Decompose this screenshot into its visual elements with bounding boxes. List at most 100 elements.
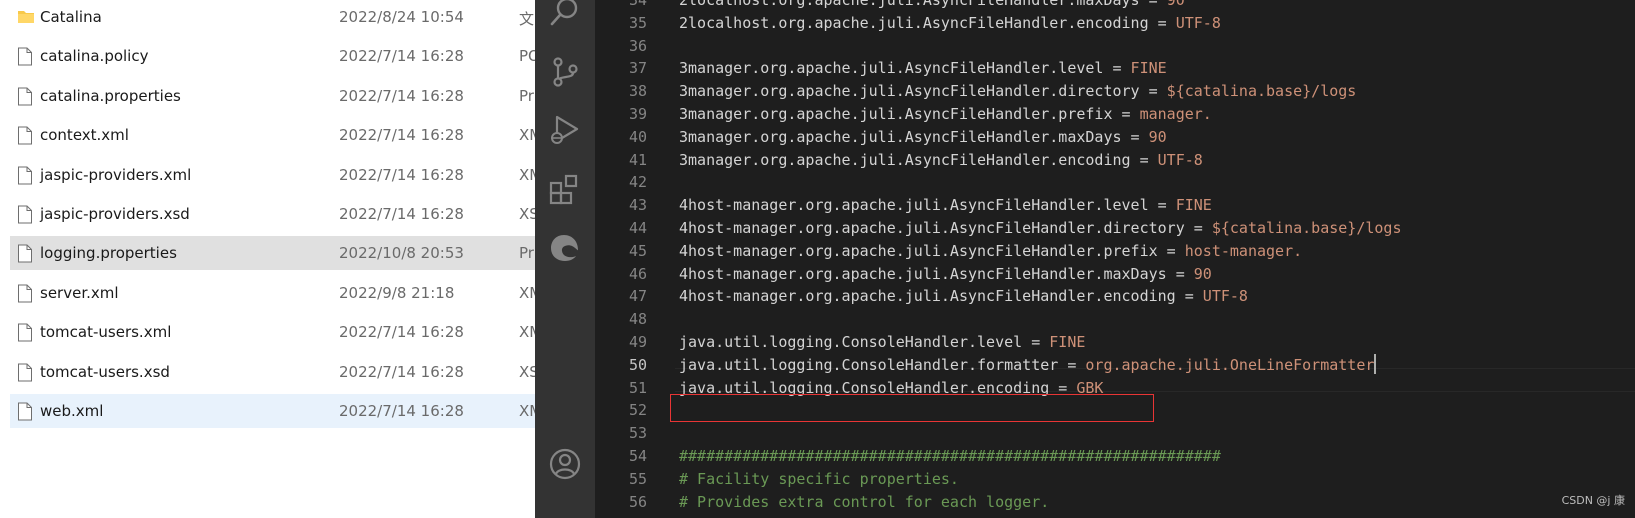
line-number: 39 [628, 105, 647, 123]
file-row[interactable]: catalina.properties 2022/7/14 16:28 Pr [10, 79, 535, 113]
code-line[interactable]: 39 3manager.org.apache.juli.AsyncFileHand… [595, 102, 1635, 126]
code-line[interactable]: 36 [595, 34, 1635, 58]
property-key: 3manager.org.apache.juli.AsyncFileHandle… [679, 105, 1113, 123]
file-type: XM [519, 126, 535, 145]
line-content: 3manager.org.apache.juli.AsyncFileHandle… [679, 102, 1212, 126]
extensions-icon[interactable] [547, 171, 583, 207]
code-line[interactable]: 41 3manager.org.apache.juli.AsyncFileHand… [595, 148, 1635, 172]
file-type: XM [519, 323, 535, 342]
line-number: 49 [628, 333, 647, 351]
property-key: 3manager.org.apache.juli.AsyncFileHandle… [679, 82, 1140, 101]
line-content: 3manager.org.apache.juli.AsyncFileHandle… [679, 79, 1356, 103]
search-icon[interactable] [547, 0, 583, 30]
code-line[interactable]: 50 java.util.logging.ConsoleHandler.forma… [595, 353, 1635, 377]
property-operator: = [1148, 13, 1176, 32]
file-row[interactable]: logging.properties 2022/10/8 20:53 Pr [10, 236, 535, 271]
file-row[interactable]: jaspic-providers.xsd 2022/7/14 16:28 XS [10, 197, 535, 231]
file-type: XM [519, 402, 535, 420]
property-key: java.util.logging.ConsoleHandler.formatt… [679, 355, 1059, 374]
file-row[interactable]: context.xml 2022/7/14 16:28 XM [10, 118, 535, 152]
property-operator: = [1121, 127, 1149, 146]
property-key: java.util.logging.ConsoleHandler.level [679, 333, 1023, 351]
file-name: tomcat-users.xml [40, 323, 172, 342]
file-name: catalina.properties [40, 86, 181, 105]
line-number: 56 [628, 492, 647, 511]
line-number: 47 [628, 287, 647, 306]
file-icon [17, 47, 33, 66]
file-type: PO [519, 47, 535, 66]
file-type: Pr [519, 86, 534, 105]
code-line[interactable]: 54 ######################################… [595, 444, 1635, 468]
file-icon [17, 205, 33, 224]
code-line[interactable]: 53 [595, 421, 1635, 445]
code-line[interactable]: 45 4host-manager.org.apache.juli.AsyncFil… [595, 239, 1635, 263]
line-number: 52 [628, 401, 647, 420]
file-row[interactable]: jaspic-providers.xml 2022/7/14 16:28 XM [10, 158, 535, 192]
annotation-highlight-box [670, 394, 1154, 422]
line-number: 51 [628, 378, 647, 397]
line-number: 40 [628, 127, 647, 146]
run-debug-icon[interactable] [547, 112, 583, 148]
comment-text: ########################################… [679, 447, 1221, 465]
property-value: FINE [1130, 59, 1167, 78]
line-number: 43 [628, 196, 647, 215]
file-name: web.xml [40, 402, 104, 420]
file-date: 2022/7/14 16:28 [339, 205, 464, 223]
file-name: context.xml [40, 126, 129, 145]
code-line[interactable]: 47 4host-manager.org.apache.juli.AsyncFil… [595, 284, 1635, 308]
file-row[interactable]: Catalina 2022/8/24 10:54 文 [10, 0, 535, 34]
file-row[interactable]: tomcat-users.xsd 2022/7/14 16:28 XS [10, 355, 535, 389]
code-line[interactable]: 56 # Provides extra control for each logg… [595, 490, 1635, 514]
property-value: UTF-8 [1175, 13, 1221, 32]
property-value: FINE [1175, 196, 1212, 215]
line-number: 44 [628, 219, 647, 237]
property-value: host-manager. [1184, 241, 1303, 260]
code-editor[interactable]: 34 2localhost.org.apache.juli.AsyncFileHa… [595, 0, 1635, 518]
file-type: 文 [519, 10, 535, 28]
code-line[interactable]: 48 [595, 307, 1635, 331]
file-date: 2022/7/14 16:28 [339, 323, 464, 342]
comment-text: # Provides extra control for each logger… [679, 492, 1050, 511]
file-row[interactable]: server.xml 2022/9/8 21:18 XM [10, 276, 535, 310]
file-icon [17, 402, 33, 421]
property-key: 3manager.org.apache.juli.AsyncFileHandle… [679, 59, 1104, 78]
line-number: 36 [628, 36, 647, 55]
code-line[interactable]: 55 # Facility specific properties. [595, 467, 1635, 491]
code-line[interactable]: 44 4host-manager.org.apache.juli.AsyncFil… [595, 216, 1635, 240]
source-control-icon[interactable] [547, 54, 583, 90]
file-date: 2022/7/14 16:28 [339, 126, 464, 145]
code-line[interactable]: 35 2localhost.org.apache.juli.AsyncFileHa… [595, 11, 1635, 35]
file-type: XM [519, 165, 535, 184]
line-content: 3manager.org.apache.juli.AsyncFileHandle… [679, 125, 1167, 149]
line-number: 42 [628, 173, 647, 192]
file-date: 2022/7/14 16:28 [339, 47, 464, 66]
line-content: ########################################… [679, 444, 1221, 468]
comment-text: # Facility specific properties. [679, 469, 959, 488]
file-type: XM [519, 283, 535, 302]
code-line[interactable]: 38 3manager.org.apache.juli.AsyncFileHand… [595, 79, 1635, 103]
property-value: ${catalina.base}/logs [1166, 82, 1357, 101]
property-value: ${catalina.base}/logs [1211, 219, 1402, 237]
property-key: 4host-manager.org.apache.juli.AsyncFileH… [679, 241, 1158, 260]
file-row[interactable]: tomcat-users.xml 2022/7/14 16:28 XM [10, 315, 535, 349]
line-number: 46 [628, 264, 647, 283]
property-value: 90 [1193, 264, 1212, 283]
property-operator: = [1184, 219, 1212, 237]
line-content: java.util.logging.ConsoleHandler.level =… [679, 330, 1085, 354]
file-row[interactable]: web.xml 2022/7/14 16:28 XM [10, 394, 535, 428]
code-line[interactable]: 40 3manager.org.apache.juli.AsyncFileHand… [595, 125, 1635, 149]
property-operator: = [1103, 59, 1131, 78]
property-value: 90 [1148, 127, 1167, 146]
code-line[interactable]: 49 java.util.logging.ConsoleHandler.level… [595, 330, 1635, 354]
file-row[interactable]: catalina.policy 2022/7/14 16:28 PO [10, 39, 535, 73]
file-type: Pr [519, 244, 534, 263]
code-line[interactable]: 46 4host-manager.org.apache.juli.AsyncFil… [595, 262, 1635, 286]
code-line[interactable]: 43 4host-manager.org.apache.juli.AsyncFil… [595, 193, 1635, 217]
code-line[interactable]: 37 3manager.org.apache.juli.AsyncFileHand… [595, 56, 1635, 80]
file-icon [17, 244, 33, 263]
code-line[interactable]: 42 [595, 170, 1635, 194]
line-number: 35 [628, 13, 647, 32]
account-icon[interactable] [547, 446, 583, 482]
edge-icon[interactable] [547, 230, 583, 266]
property-operator: = [1058, 355, 1086, 374]
